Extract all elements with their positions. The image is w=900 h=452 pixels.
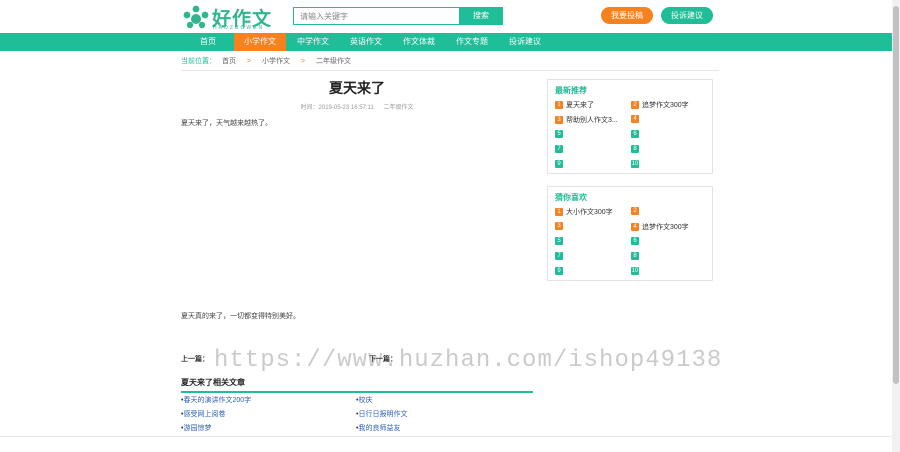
sidebar-latest-item[interactable]: 10 [631, 160, 642, 170]
sidebar-latest-item[interactable]: 7 [555, 145, 566, 155]
article-paragraph [181, 182, 533, 226]
rank-number: 1 [555, 208, 563, 216]
sidebar-hot-item[interactable]: 7 [555, 252, 566, 262]
article-time: 时间：2019-05-23 16:57:11 [300, 105, 374, 111]
rank-number: 2 [631, 101, 639, 109]
related-article-link[interactable]: 感受网上阅卷 [181, 409, 225, 419]
sidebar-latest-title: 最新推荐 [555, 86, 587, 95]
rank-number: 5 [555, 130, 563, 138]
search-button[interactable]: 搜索 [459, 7, 503, 25]
submit-article-button[interactable]: 我要投稿 [601, 7, 653, 24]
related-article-link[interactable]: 春天的演讲作文200字 [181, 395, 251, 405]
sidebar-hot-item[interactable]: 9 [555, 267, 566, 277]
sidebar-latest: 最新推荐 1 夏天来了 2 追梦作文300字 3 帮助别人作文3... 4 5 6 7… [547, 79, 713, 174]
rank-number: 8 [631, 252, 639, 260]
sidebar-hot-item[interactable]: 4 追梦作文300字 [631, 222, 689, 232]
sidebar-hot-item[interactable]: 8 [631, 252, 642, 262]
article-title: 夏天来了 [329, 80, 385, 96]
rank-number: 4 [631, 223, 639, 231]
item-title: 追梦作文300字 [642, 224, 689, 231]
nav-item-middle-school[interactable]: 中学作文 [287, 33, 339, 51]
sidebar-hot-item[interactable]: 6 [631, 237, 642, 247]
rank-number: 3 [555, 222, 563, 230]
breadcrumb-item-grade[interactable]: 二年级作文 [316, 58, 351, 65]
sidebar-latest-item[interactable]: 8 [631, 145, 642, 155]
article-paragraph [181, 139, 533, 172]
article-meta: 时间：2019-05-23 16:57:11 二年级作文 [181, 102, 533, 111]
breadcrumb-item-category[interactable]: 小学作文 [262, 58, 290, 65]
rank-number: 7 [555, 145, 563, 153]
nav-item-topics[interactable]: 作文专题 [446, 33, 498, 51]
rank-number: 9 [555, 160, 563, 168]
rank-number: 9 [555, 267, 563, 275]
related-article-link[interactable]: 我的良师益友 [356, 423, 400, 433]
nav-item-english[interactable]: 英语作文 [340, 33, 392, 51]
related-article-link[interactable]: 日行日报明作文 [356, 409, 407, 419]
nav-item-home[interactable]: 首页 [182, 33, 234, 51]
sidebar-latest-item[interactable]: 2 追梦作文300字 [631, 100, 689, 110]
sidebar-hot-title: 猜你喜欢 [555, 193, 587, 202]
sidebar-guess-you-like: 猜你喜欢 1 大小作文300字 2 3 4 追梦作文300字 5 6 7 8 9 1… [547, 186, 713, 281]
related-article-link[interactable]: 游园惊梦 [181, 423, 211, 433]
sidebar-hot-item[interactable]: 10 [631, 267, 642, 277]
page-scrollbar[interactable] [892, 0, 900, 452]
item-title: 帮助别人作文3... [566, 117, 618, 124]
search-input[interactable] [293, 7, 464, 25]
article-paragraph [181, 257, 533, 301]
sidebar-latest-item[interactable]: 5 [555, 130, 566, 140]
article-category[interactable]: 二年级作文 [383, 105, 413, 111]
rank-number: 8 [631, 145, 639, 153]
article-paragraph: 夏天真的来了，一切都变得特别美好。 [181, 313, 300, 320]
site-header: 好作文 HAOZUOWEN 搜索 我要投稿 投诉建议 [0, 0, 892, 33]
rank-number: 10 [631, 267, 639, 275]
sidebar-hot-item[interactable]: 5 [555, 237, 566, 247]
rank-number: 2 [631, 207, 639, 215]
logo-subtext: HAOZUOWEN [213, 25, 265, 31]
related-articles-title: 夏天来了相关文章 [181, 377, 533, 393]
item-title: 夏天来了 [566, 102, 594, 109]
scrollbar-thumb[interactable] [893, 6, 899, 384]
nav-item-genre[interactable]: 作文体裁 [393, 33, 445, 51]
watermark-text: https://www.huzhan.com/ishop49138 [214, 347, 723, 374]
sidebar-latest-item[interactable]: 3 帮助别人作文3... [555, 115, 618, 125]
breadcrumb-label: 当前位置： [181, 58, 216, 65]
sidebar-latest-item[interactable]: 9 [555, 160, 566, 170]
breadcrumb-item-home[interactable]: 首页 [222, 58, 236, 65]
sidebar-latest-item[interactable]: 1 夏天来了 [555, 100, 594, 110]
rank-number: 10 [631, 160, 639, 168]
breadcrumb-divider [181, 70, 719, 71]
site-logo[interactable]: 好作文 HAOZUOWEN [182, 5, 274, 31]
breadcrumb-separator: > [246, 58, 251, 65]
item-title: 追梦作文300字 [642, 102, 689, 109]
main-nav: 首页 小学作文 中学作文 英语作文 作文体裁 作文专题 投诉建议 [0, 33, 892, 51]
item-title: 大小作文300字 [566, 209, 613, 216]
article-body: 夏天来了，天气越来越热了。 夏天真的来了，一切都变得特别美好。 [181, 118, 533, 332]
rank-number: 6 [631, 130, 639, 138]
sidebar-latest-item[interactable]: 4 [631, 115, 642, 125]
nav-item-primary-school[interactable]: 小学作文 [234, 33, 286, 51]
rank-number: 1 [555, 101, 563, 109]
article-paragraph: 夏天来了，天气越来越热了。 [181, 120, 272, 127]
breadcrumb: 当前位置： 首页 > 小学作文 > 二年级作文 [181, 56, 719, 68]
logo-flower-icon [183, 5, 209, 29]
rank-number: 4 [631, 115, 639, 123]
breadcrumb-separator: > [300, 58, 305, 65]
rank-number: 7 [555, 252, 563, 260]
prev-label: 上一篇： [181, 356, 209, 363]
article-paragraph [181, 236, 533, 247]
related-article-link[interactable]: 校庆 [356, 395, 372, 405]
feedback-button[interactable]: 投诉建议 [661, 7, 713, 24]
sidebar-hot-item[interactable]: 3 [555, 222, 566, 232]
footer-divider [0, 436, 892, 437]
sidebar-hot-item[interactable]: 2 [631, 207, 642, 217]
nav-item-feedback[interactable]: 投诉建议 [499, 33, 551, 51]
rank-number: 3 [555, 116, 563, 124]
rank-number: 5 [555, 237, 563, 245]
sidebar-latest-item[interactable]: 6 [631, 130, 642, 140]
search-bar: 搜索 [293, 7, 503, 25]
sidebar-hot-item[interactable]: 1 大小作文300字 [555, 207, 613, 217]
rank-number: 6 [631, 237, 639, 245]
